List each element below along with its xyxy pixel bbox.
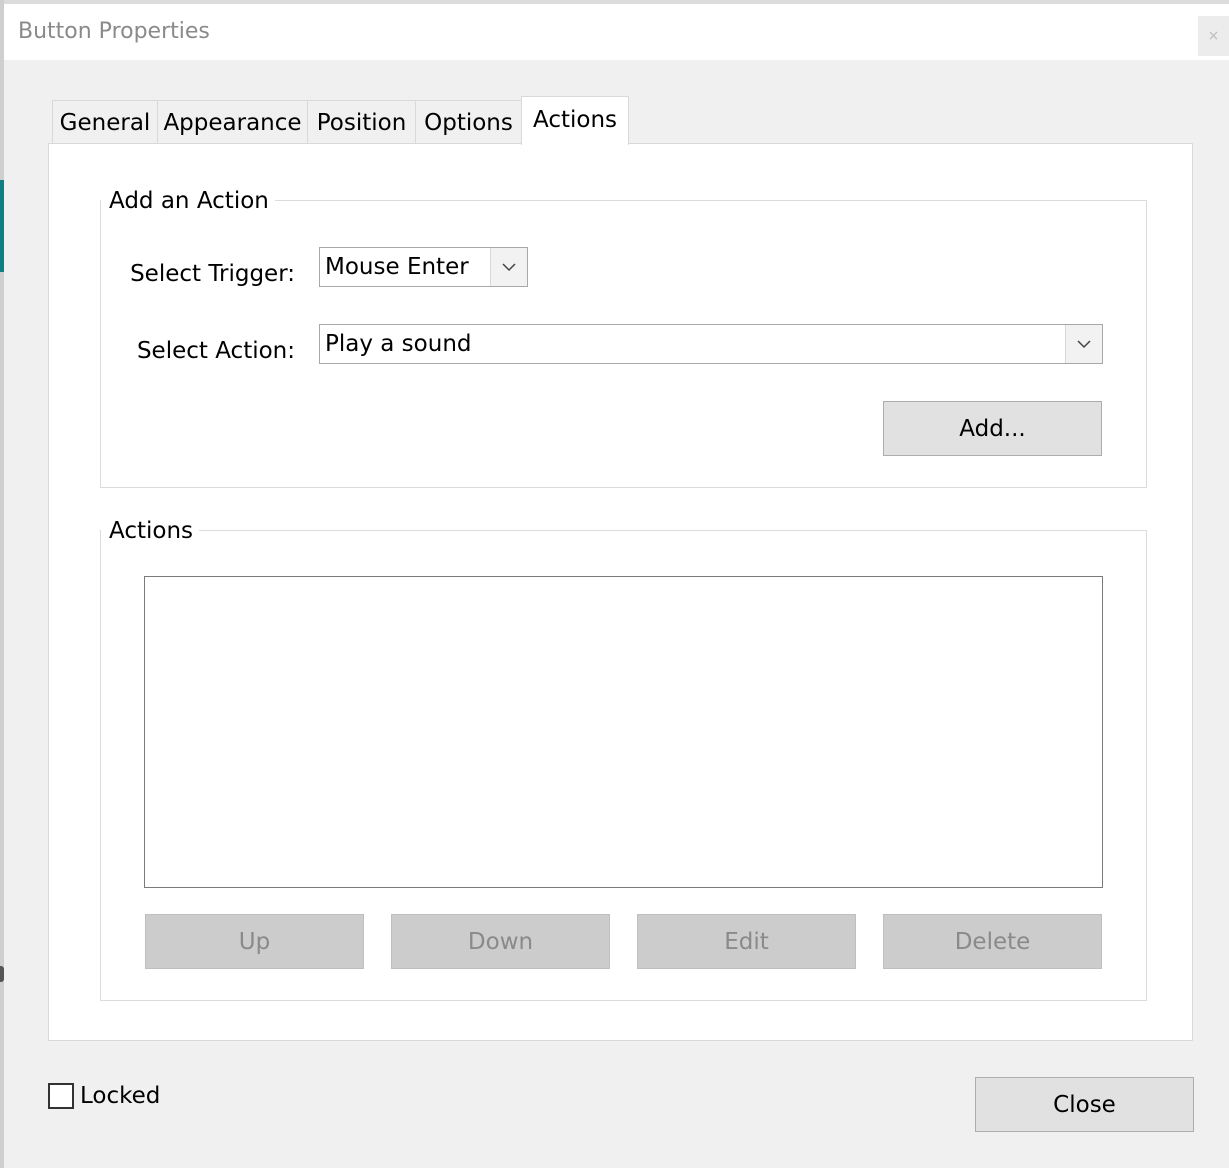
trigger-select-value: Mouse Enter [325, 254, 469, 280]
action-select-value: Play a sound [325, 331, 472, 357]
dialog-titlebar[interactable]: Button Properties × [4, 4, 1229, 60]
select-trigger-label: Select Trigger: [130, 261, 295, 287]
down-button[interactable]: Down [391, 914, 610, 969]
locked-label[interactable]: Locked [80, 1081, 160, 1111]
actions-tab-panel: Add an Action Select Trigger: Mouse Ente… [48, 143, 1193, 1041]
edit-button[interactable]: Edit [637, 914, 856, 969]
actions-legend: Actions [101, 516, 200, 546]
locked-checkbox[interactable] [48, 1083, 74, 1109]
close-icon[interactable]: × [1198, 16, 1229, 56]
dialog-title: Button Properties [18, 19, 210, 44]
trigger-select[interactable]: Mouse Enter [319, 247, 528, 287]
add-action-legend: Add an Action [101, 186, 275, 216]
background-window-accent [0, 180, 4, 272]
background-window-edge [0, 0, 4, 1168]
up-button[interactable]: Up [145, 914, 364, 969]
tab-general[interactable]: General [52, 100, 158, 144]
tab-options[interactable]: Options [415, 100, 522, 144]
tab-position[interactable]: Position [307, 100, 416, 144]
actions-list[interactable] [144, 576, 1103, 888]
tab-appearance[interactable]: Appearance [157, 100, 308, 144]
tab-actions[interactable]: Actions [521, 96, 629, 145]
chevron-down-icon [502, 263, 516, 272]
chevron-down-icon [1077, 340, 1091, 349]
trigger-dropdown-button[interactable] [490, 248, 527, 286]
action-dropdown-button[interactable] [1065, 325, 1102, 363]
background-window-handle [0, 966, 4, 982]
select-action-label: Select Action: [136, 338, 295, 364]
add-action-button[interactable]: Add... [883, 401, 1102, 456]
action-select[interactable]: Play a sound [319, 324, 1103, 364]
delete-button[interactable]: Delete [883, 914, 1102, 969]
close-button[interactable]: Close [975, 1077, 1194, 1132]
